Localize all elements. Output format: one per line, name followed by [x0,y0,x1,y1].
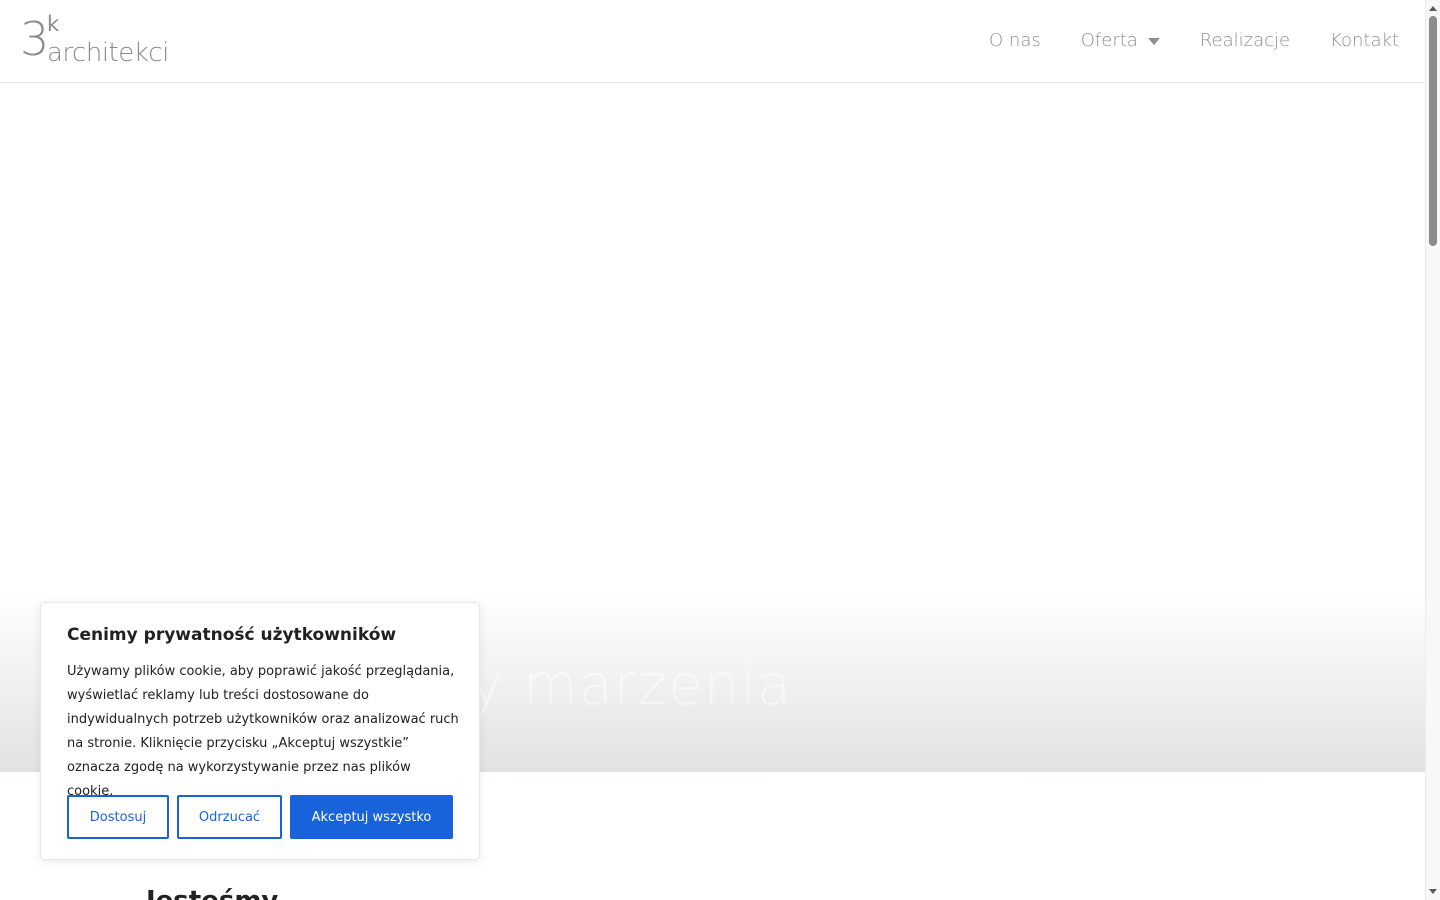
nav-item-label: O nas [989,30,1041,51]
logo-superscript: k [47,12,60,36]
cookie-title: Cenimy prywatność użytkowników [67,625,397,645]
logo[interactable]: 3 k architekci [20,14,170,70]
scroll-down-arrow-icon[interactable] [1429,889,1437,894]
logo-number: 3 [20,12,50,66]
site-header: 3 k architekci O nas Oferta Realizacje K… [0,0,1425,83]
nav-item-kontakt[interactable]: Kontakt [1330,30,1399,52]
nav-item-label: Realizacje [1199,30,1291,51]
logo-word: architekci [47,38,169,68]
customize-button[interactable]: Dostosuj [67,795,169,839]
section-heading: Jesteśmy [146,886,278,900]
cookie-buttons: Dostosuj Odrzucać Akceptuj wszystko [67,795,453,839]
page-scrollbar[interactable] [1425,0,1440,900]
nav-item-realizacje[interactable]: Realizacje [1200,30,1290,52]
nav-item-oferta[interactable]: Oferta [1081,30,1160,52]
hero-headline: y marzenia [470,653,793,718]
nav-item-label: Kontakt [1330,30,1399,51]
scrollbar-thumb[interactable] [1429,16,1437,246]
cookie-consent-banner: Cenimy prywatność użytkowników Używamy p… [40,602,480,860]
scroll-up-arrow-icon[interactable] [1429,6,1437,11]
accept-all-button[interactable]: Akceptuj wszystko [290,795,453,839]
caret-down-icon [1147,37,1160,45]
nav-item-label: Oferta [1080,30,1138,51]
reject-button[interactable]: Odrzucać [177,795,282,839]
nav-item-o-nas[interactable]: O nas [989,30,1041,52]
cookie-description: Używamy plików cookie, aby poprawić jako… [67,664,459,799]
main-nav: O nas Oferta Realizacje Kontakt [949,30,1399,52]
